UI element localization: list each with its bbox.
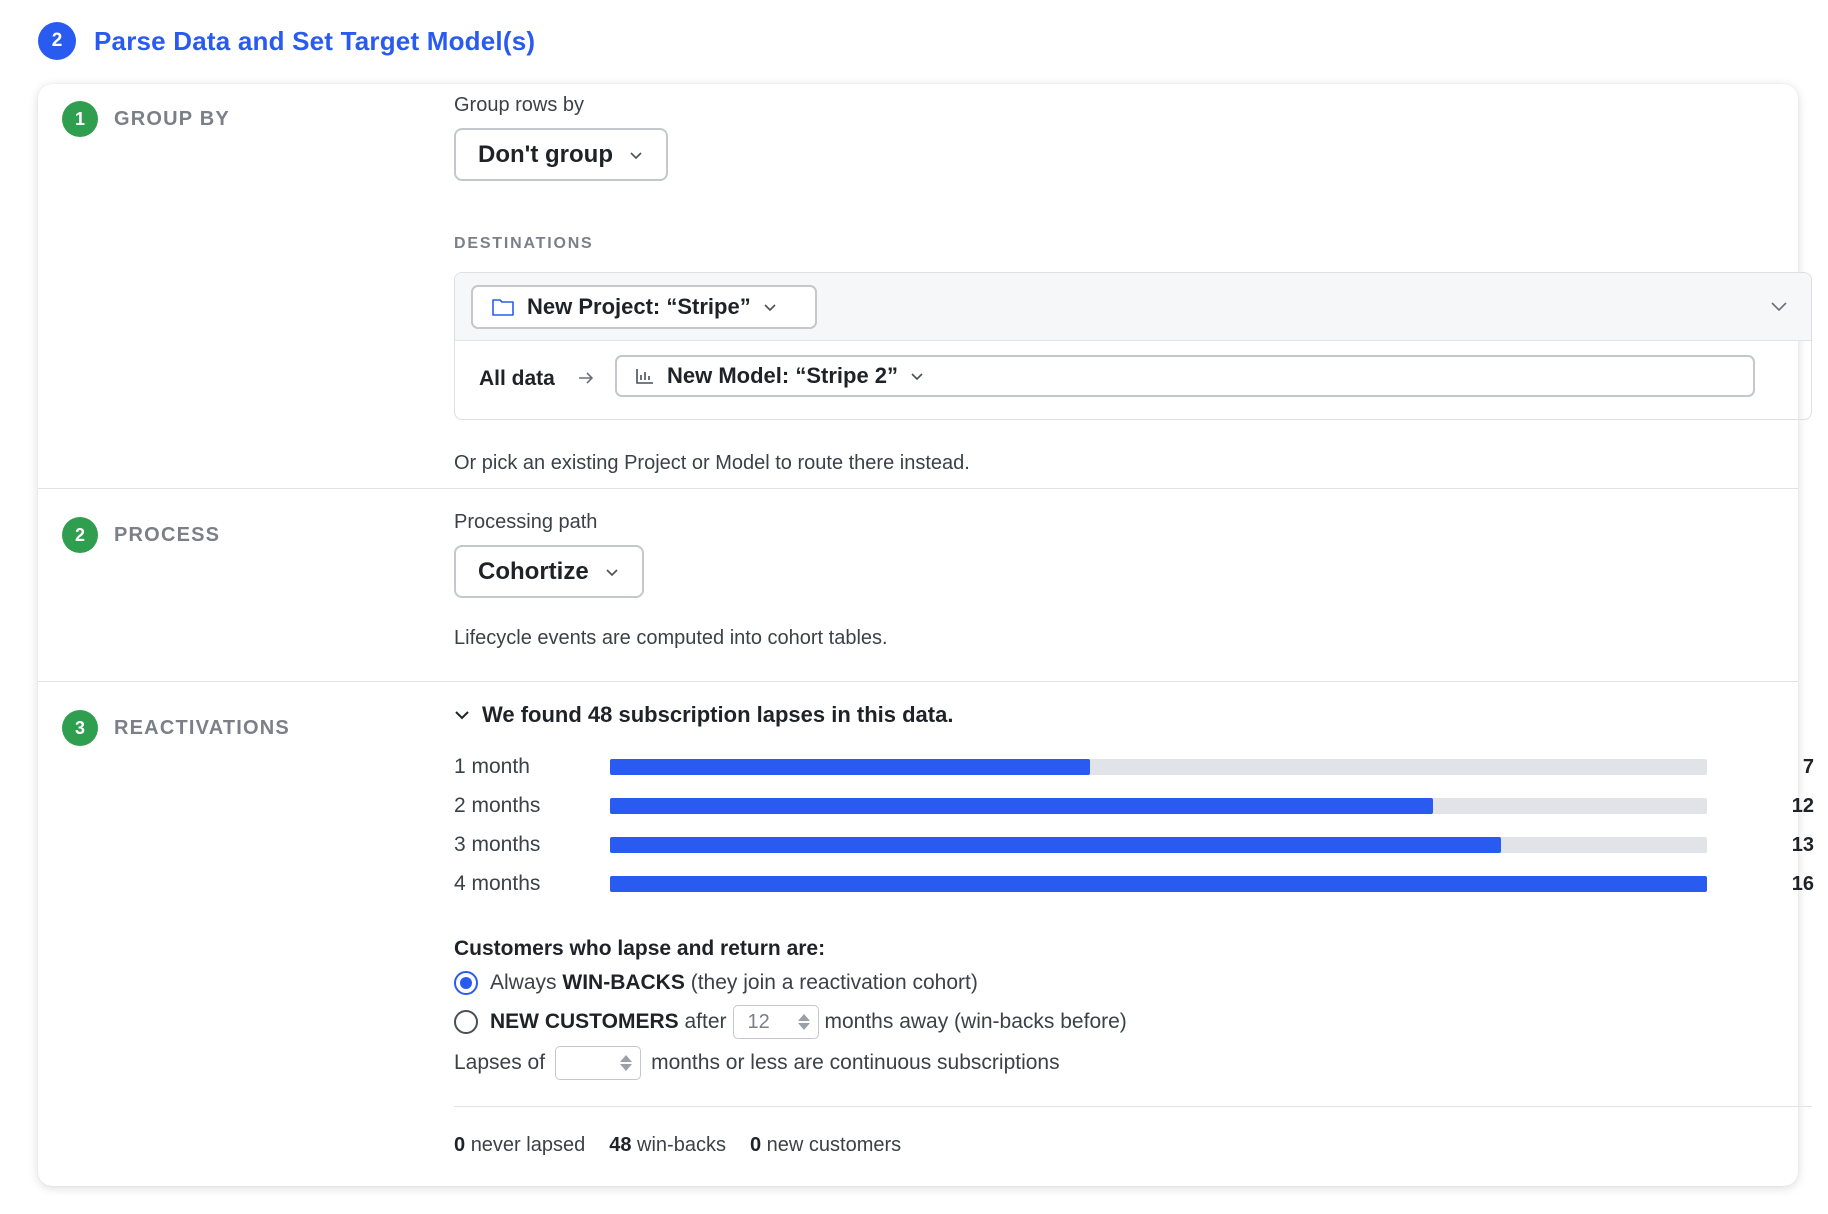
lapse-bar-row: 4 months 16 <box>454 869 1814 899</box>
new-customer-after: after <box>684 1010 727 1033</box>
processing-path-label: Processing path <box>454 511 598 533</box>
summary-new-customers: 0 new customers <box>750 1134 901 1157</box>
lapse-bar-label: 4 months <box>454 872 541 895</box>
arrow-right-icon <box>579 372 594 384</box>
group-rows-value: Don't group <box>478 140 613 168</box>
process-content: Processing path Cohortize Lifecycle even… <box>454 511 1814 671</box>
lapses-suffix: months or less are continuous subscripti… <box>651 1051 1060 1074</box>
group-by-heading: 1 GROUP BY <box>62 101 230 137</box>
page-header: 2 Parse Data and Set Target Model(s) <box>38 22 535 60</box>
new-customers-count: 0 <box>749 1134 762 1156</box>
lapse-bar-row: 2 months 12 <box>454 791 1814 821</box>
project-select[interactable]: New Project: “Stripe” <box>471 285 817 329</box>
processing-helper: Lifecycle events are computed into cohor… <box>454 627 888 649</box>
summary-winbacks: 48 win-backs <box>609 1134 726 1157</box>
lapses-toggle[interactable]: We found 48 subscription lapses in this … <box>454 702 953 728</box>
lapse-bar-track <box>610 837 1707 853</box>
winbacks-label: win-backs <box>637 1134 726 1156</box>
destinations-label: DESTINATIONS <box>454 235 594 252</box>
stepper-icon[interactable] <box>797 1014 810 1030</box>
never-lapsed-label: never lapsed <box>470 1134 586 1156</box>
lapses-prefix: Lapses of <box>454 1051 546 1074</box>
group-rows-select[interactable]: Don't group <box>454 128 668 181</box>
lapse-bar-value: 12 <box>1791 794 1814 817</box>
lapse-bar-row: 3 months 13 <box>454 830 1814 860</box>
group-rows-label: Group rows by <box>454 94 585 116</box>
model-select[interactable]: New Model: “Stripe 2” <box>615 355 1755 397</box>
lapse-bar-fill <box>610 759 1090 775</box>
new-customer-option[interactable]: NEW CUSTOMERS after 12 months away (win-… <box>454 1005 1127 1039</box>
new-customer-suffix: months away (win-backs before) <box>824 1010 1127 1033</box>
lapse-bar-value: 7 <box>1802 755 1814 778</box>
step-badge: 2 <box>62 517 98 553</box>
new-customer-radio[interactable] <box>454 1010 478 1034</box>
project-value: New Project: “Stripe” <box>527 294 751 319</box>
winbacks-count: 48 <box>609 1134 632 1156</box>
step-badge: 2 <box>38 22 76 60</box>
never-lapsed-count: 0 <box>454 1134 466 1156</box>
section-label: GROUP BY <box>114 107 230 130</box>
lapses-found-text: We found 48 subscription lapses in this … <box>482 702 954 727</box>
step-badge: 3 <box>62 710 98 746</box>
lapses-row: Lapses of months or less are continuous … <box>454 1046 1060 1080</box>
reactivations-content: We found 48 subscription lapses in this … <box>454 702 1816 1182</box>
chevron-down-icon <box>764 304 776 312</box>
lapse-bar-label: 3 months <box>454 833 541 856</box>
chevron-down-icon <box>911 373 923 381</box>
summary-row: 0 never lapsed 48 win-backs 0 new custom… <box>454 1134 901 1157</box>
group-by-section: 1 GROUP BY Group rows by Don't group DES… <box>38 84 1812 489</box>
chevron-down-icon <box>630 151 642 159</box>
model-value: New Model: “Stripe 2” <box>667 363 899 388</box>
winback-radio[interactable] <box>454 971 478 995</box>
months-away-value: 12 <box>747 1010 770 1033</box>
winback-keyword: WIN-BACKS <box>562 971 685 994</box>
summary-never-lapsed: 0 never lapsed <box>454 1134 585 1157</box>
reactivations-section: 3 REACTIVATIONS We found 48 subscription… <box>38 682 1814 1186</box>
winback-prefix: Always <box>490 971 557 994</box>
bar-chart-icon <box>636 369 653 384</box>
section-label: PROCESS <box>114 523 221 546</box>
page-title: Parse Data and Set Target Model(s) <box>94 25 536 56</box>
winback-option[interactable]: Always WIN-BACKS (they join a reactivati… <box>454 971 978 995</box>
all-data-label: All data <box>479 367 555 390</box>
winback-suffix: (they join a reactivation cohort) <box>690 971 978 994</box>
lapse-bar-fill <box>610 837 1502 853</box>
months-away-input[interactable]: 12 <box>732 1005 819 1039</box>
destination-project-row: New Project: “Stripe” <box>455 273 1811 341</box>
processing-path-value: Cohortize <box>478 557 589 585</box>
parse-data-card: 1 GROUP BY Group rows by Don't group DES… <box>38 84 1814 1186</box>
summary-divider <box>454 1106 1812 1107</box>
process-heading: 2 PROCESS <box>62 517 220 553</box>
folder-icon <box>492 299 514 316</box>
group-by-content: Group rows by Don't group DESTINATIONS N… <box>454 94 1814 484</box>
customers-label: Customers who lapse and return are: <box>454 937 826 960</box>
lapse-bar-value: 16 <box>1791 872 1814 895</box>
lapse-bar-fill <box>610 798 1433 814</box>
process-section: 2 PROCESS Processing path Cohortize Life… <box>38 489 1798 682</box>
lapse-bar-track <box>610 876 1707 892</box>
step-badge: 1 <box>62 101 98 137</box>
reactivations-heading: 3 REACTIVATIONS <box>62 710 290 746</box>
destination-route-row: All data New Model: “Stripe 2” <box>455 341 1811 419</box>
collapse-chevron-icon[interactable] <box>1769 297 1789 315</box>
lapse-bar-value: 13 <box>1791 833 1814 856</box>
processing-path-select[interactable]: Cohortize <box>454 545 644 598</box>
lapse-bar-label: 2 months <box>454 794 541 817</box>
section-label: REACTIVATIONS <box>114 716 290 739</box>
lapse-months-input[interactable] <box>555 1046 642 1080</box>
lapse-bar-label: 1 month <box>454 755 530 778</box>
lapse-bar-track <box>610 759 1707 775</box>
stepper-icon[interactable] <box>620 1055 633 1071</box>
lapse-bar-track <box>610 798 1707 814</box>
lapse-bar-row: 1 month 7 <box>454 752 1814 782</box>
destinations-helper: Or pick an existing Project or Model to … <box>454 452 970 474</box>
new-customers-label: new customers <box>766 1134 902 1156</box>
lapse-bar-fill <box>610 876 1707 892</box>
chevron-down-icon <box>606 568 618 576</box>
new-customer-keyword: NEW CUSTOMERS <box>490 1010 679 1033</box>
destinations-box: New Project: “Stripe” All data New Model… <box>454 272 1812 420</box>
chevron-down-icon <box>455 711 469 720</box>
